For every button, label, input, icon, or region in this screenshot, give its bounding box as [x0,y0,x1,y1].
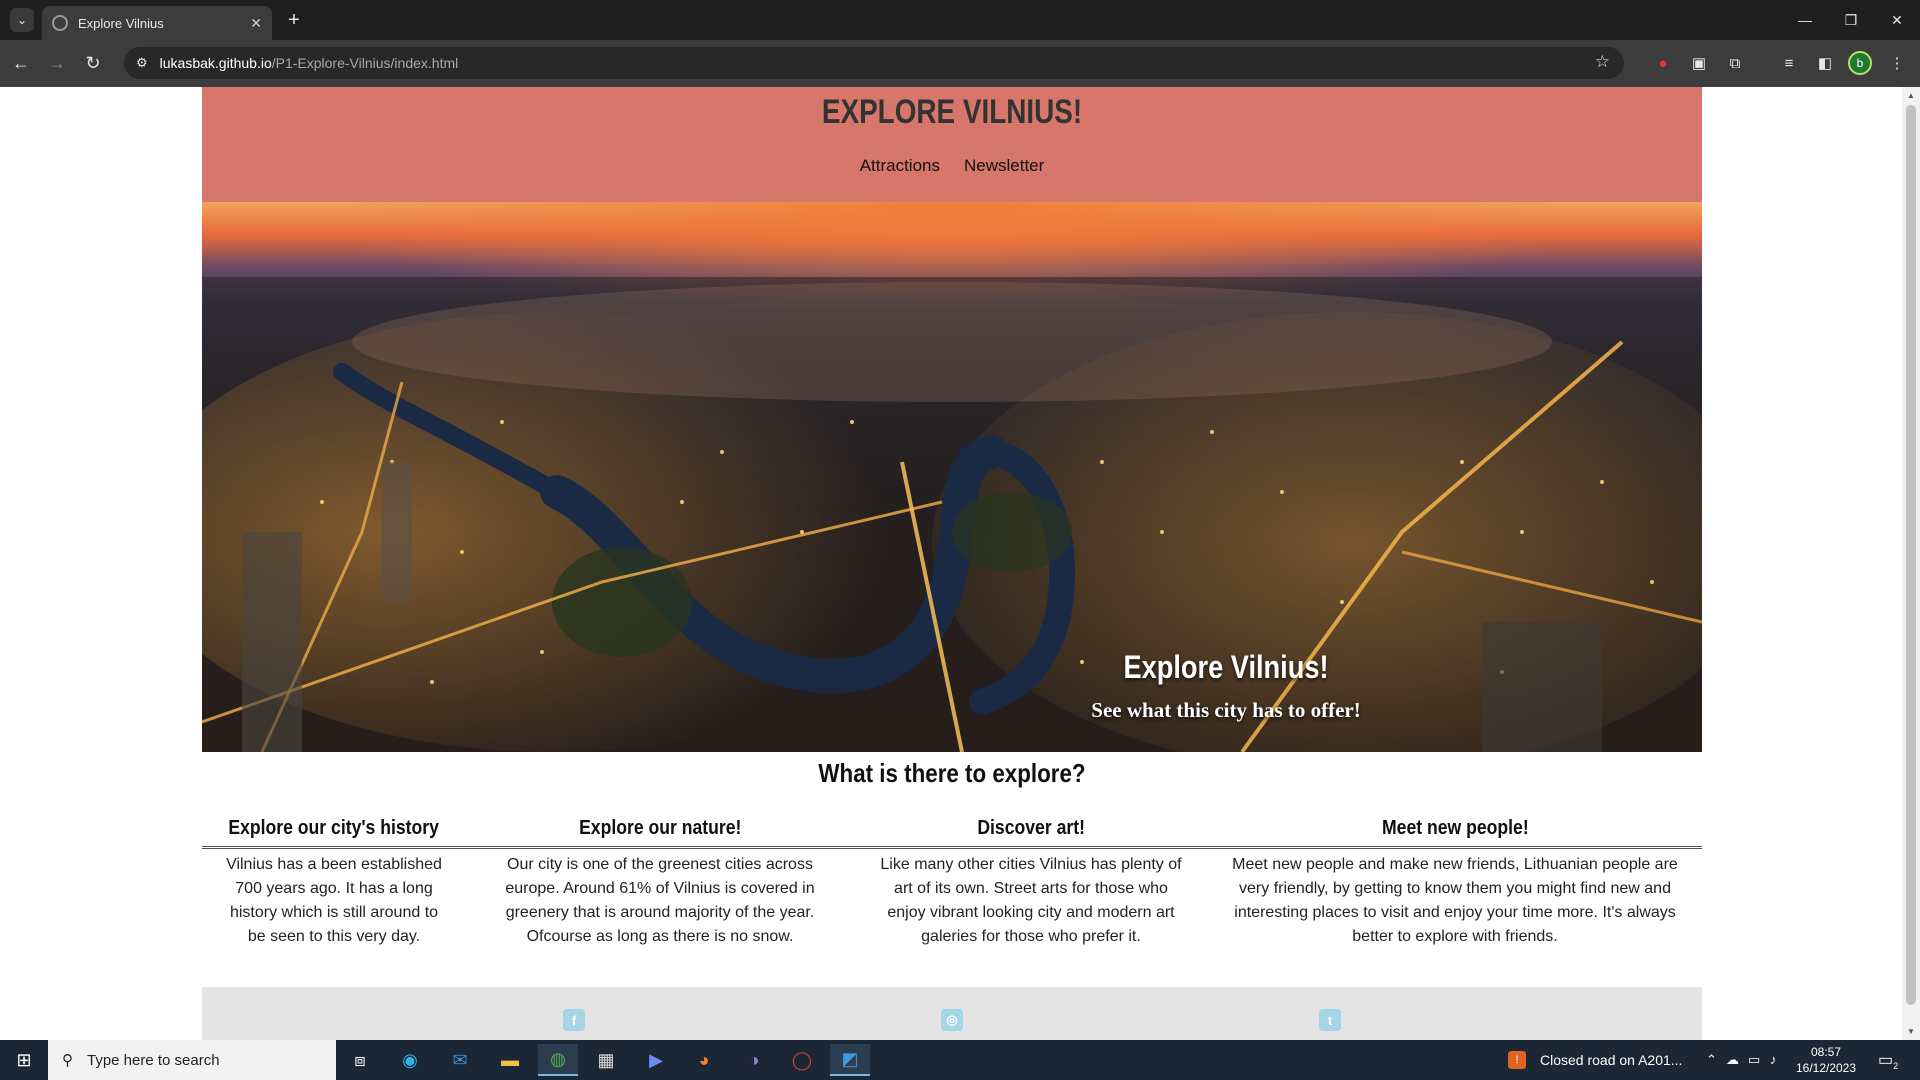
facebook-icon[interactable]: f [563,1009,585,1031]
feature-people: Meet new people! Meet new people and mak… [1208,817,1702,949]
hero-subtitle: See what this city has to offer! [1091,698,1361,722]
hero-image: Explore Vilnius! See what this city has … [202,202,1702,752]
photos-icon[interactable]: ◩ [830,1044,870,1076]
site-title: EXPLORE VILNIUS! [821,93,1083,131]
feature-art: Discover art! Like many other cities Vil… [854,817,1208,949]
feature-title-text: Explore our nature! [578,817,742,839]
search-icon: ⚲ [62,1052,73,1069]
weather-notification[interactable]: ! Closed road on A201... [1508,1040,1682,1080]
tab-close-icon[interactable]: ✕ [250,15,262,32]
scroll-thumb[interactable] [1906,105,1916,1005]
feature-title: Discover art! [854,817,1208,849]
feature-text: Like many other cities Vilnius has plent… [880,856,1182,945]
tab-title: Explore Vilnius [78,15,164,31]
forward-icon[interactable]: → [44,50,70,76]
url-path: /P1-Explore-Vilnius/index.html [271,55,459,71]
feature-title-text: Discover art! [977,817,1085,839]
opera-icon[interactable]: ◯ [782,1044,822,1076]
media-control-icon[interactable]: ≡ [1778,52,1800,74]
taskbar-search-placeholder: Type here to search [87,1051,220,1069]
browser-tab-strip: ⌄ Explore Vilnius ✕ + — ❐ ✕ [0,0,1920,40]
page-viewport: EXPLORE VILNIUS! Attractions Newsletter [0,87,1902,1040]
feature-nature: Explore our nature! Our city is one of t… [466,817,854,949]
twitter-icon[interactable]: t [1319,1009,1341,1031]
city-night-panorama [202,277,1702,752]
feature-title: Explore our nature! [466,817,854,849]
features-row: Explore our city's history Vilnius has a… [202,817,1702,949]
feature-title: Explore our city's history [202,817,466,849]
clock-time: 08:57 [1810,1045,1842,1059]
reload-icon[interactable]: ↻ [80,50,106,76]
feature-title: Meet new people! [1208,817,1702,849]
url-host: lukasbak.github.io [159,55,272,71]
extension-icon[interactable]: ● [1652,52,1674,74]
page-scrollbar[interactable]: ▲ ▼ [1902,87,1920,1040]
media-player-icon[interactable]: ▶ [636,1044,676,1076]
task-view-icon[interactable]: ⧈ [340,1044,380,1076]
globe-icon [52,15,68,31]
taskbar-search-box[interactable]: ⚲ Type here to search [48,1040,336,1080]
tab-search-button[interactable]: ⌄ [10,8,34,32]
feature-title-text: Meet new people! [1381,817,1529,839]
network-icon[interactable]: ▭ [1748,1052,1760,1068]
action-center-icon[interactable]: ▭2 [1878,1050,1898,1071]
feature-text: Vilnius has a been established 700 years… [226,856,442,945]
firefox-icon[interactable]: ◕ [684,1044,724,1076]
chrome-icon[interactable]: ◍ [538,1044,578,1076]
side-panel-icon[interactable]: ◧ [1814,52,1836,74]
extensions-puzzle-icon[interactable]: ⧉ [1724,52,1746,74]
windows-taskbar: ⊞ ⚲ Type here to search ⧈ ◉ ✉ ▬ ◍ ▦ ▶ ◕ … [0,1040,1920,1080]
restore-button[interactable]: ❐ [1828,0,1874,40]
back-icon[interactable]: ← [8,50,34,76]
site-header: EXPLORE VILNIUS! Attractions Newsletter [202,87,1702,202]
scroll-up-arrow-icon[interactable]: ▲ [1907,91,1915,100]
site-info-icon[interactable]: ⚙ [136,55,148,71]
discord-icon[interactable]: ◑ [734,1044,774,1076]
profile-avatar[interactable]: b [1848,51,1872,75]
clock-date: 16/12/2023 [1795,1061,1857,1075]
store-icon[interactable]: ▦ [586,1044,626,1076]
notification-text: Closed road on A201... [1540,1052,1683,1068]
feature-text: Our city is one of the greenest cities a… [505,856,815,945]
instagram-icon[interactable]: ◎ [941,1009,963,1031]
browser-tab[interactable]: Explore Vilnius ✕ [42,6,272,40]
onedrive-icon[interactable]: ☁ [1726,1052,1739,1068]
browser-toolbar: ← → ↻ ⚙ lukasbak.github.io /P1-Explore-V… [0,40,1920,87]
new-tab-button[interactable]: + [282,8,306,32]
site-footer: f ◎ t [202,987,1702,1040]
bookmark-star-icon[interactable]: ☆ [1595,52,1610,72]
minimize-button[interactable]: — [1782,0,1828,40]
file-explorer-icon[interactable]: ▬ [490,1044,530,1076]
nav-link-newsletter[interactable]: Newsletter [964,156,1044,176]
warning-icon: ! [1508,1051,1526,1069]
feature-title-text: Explore our city's history [228,817,440,839]
action-center-count: 2 [1893,1061,1899,1072]
scroll-down-arrow-icon[interactable]: ▼ [1907,1027,1915,1036]
site-nav: Attractions Newsletter [202,156,1702,176]
website: EXPLORE VILNIUS! Attractions Newsletter [202,87,1702,1040]
windows-start-icon[interactable]: ⊞ [0,1040,48,1080]
address-bar[interactable]: ⚙ lukasbak.github.io /P1-Explore-Vilnius… [124,47,1624,79]
close-window-button[interactable]: ✕ [1874,0,1920,40]
edge-icon[interactable]: ◉ [390,1044,430,1076]
extension-icon[interactable]: ▣ [1688,52,1710,74]
mail-icon[interactable]: ✉ [440,1044,480,1076]
tray-overflow-icon[interactable]: ⌃ [1706,1052,1717,1068]
volume-icon[interactable]: ♪ [1770,1052,1777,1067]
section-title: What is there to explore? [818,758,1086,788]
menu-kebab-icon[interactable]: ⋮ [1886,52,1908,74]
taskbar-clock[interactable]: 08:57 16/12/2023 [1790,1044,1862,1076]
feature-history: Explore our city's history Vilnius has a… [202,817,466,949]
feature-text: Meet new people and make new friends, Li… [1232,856,1678,945]
hero-title: Explore Vilnius! [1123,649,1329,685]
nav-link-attractions[interactable]: Attractions [860,156,940,176]
